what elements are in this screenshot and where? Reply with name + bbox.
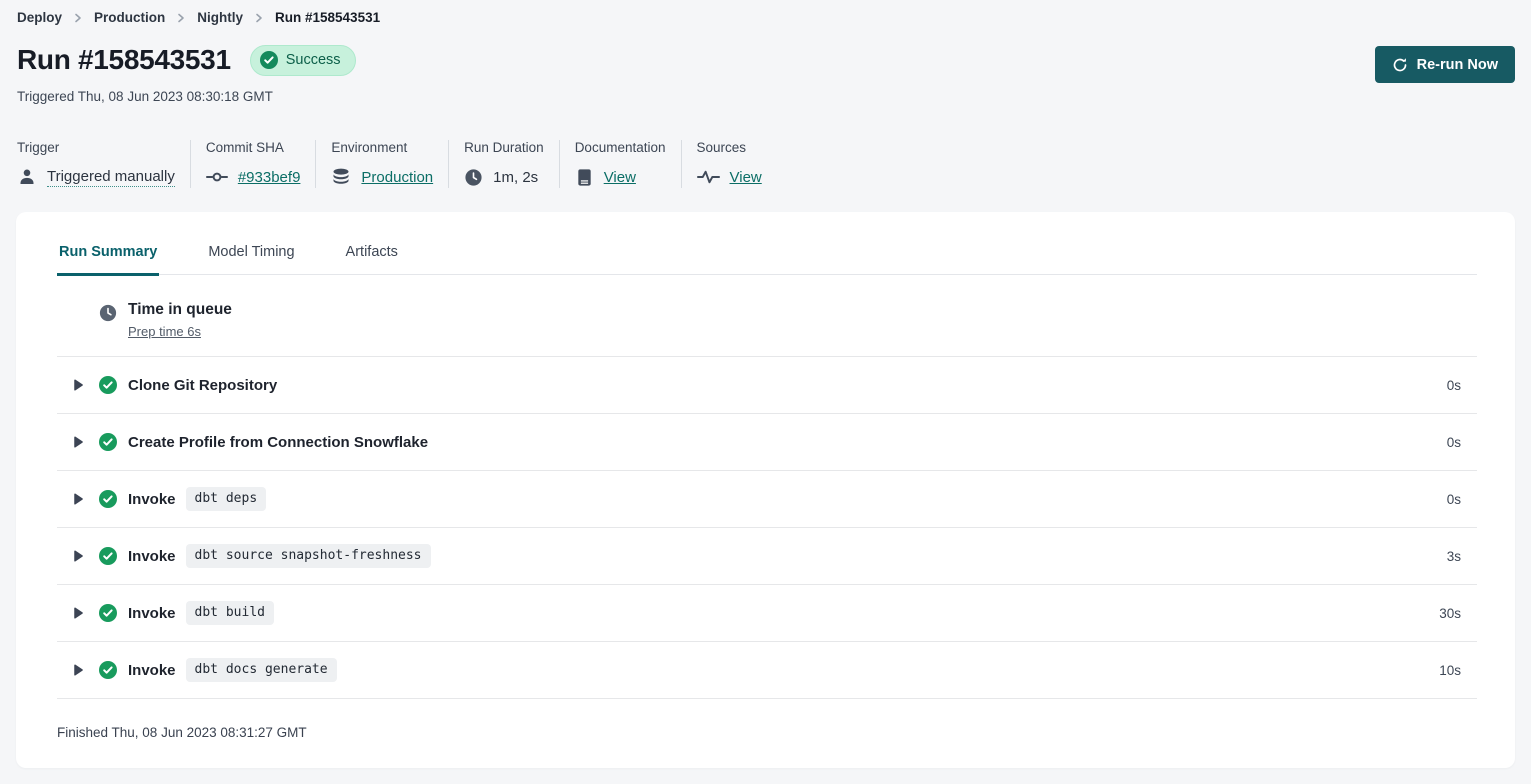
expand-caret-icon[interactable] bbox=[73, 436, 84, 448]
expand-caret-icon[interactable] bbox=[73, 607, 84, 619]
step-duration: 0s bbox=[1447, 378, 1461, 393]
breadcrumb-production[interactable]: Production bbox=[94, 10, 165, 25]
chevron-right-icon bbox=[176, 13, 186, 23]
meta-label: Environment bbox=[331, 140, 433, 155]
step-duration: 30s bbox=[1439, 606, 1461, 621]
step-label: Clone Git Repository bbox=[128, 377, 277, 394]
database-icon bbox=[331, 167, 351, 187]
meta-label: Sources bbox=[697, 140, 762, 155]
success-check-icon bbox=[99, 433, 117, 451]
run-summary-card: Run Summary Model Timing Artifacts Time … bbox=[16, 212, 1515, 768]
step-row-dbt-source-snapshot-freshness[interactable]: Invoke dbt source snapshot-freshness 3s bbox=[57, 528, 1477, 585]
documentation-view-link[interactable]: View bbox=[604, 169, 636, 186]
step-label: Invoke bbox=[128, 548, 176, 565]
time-in-queue-section: Time in queue Prep time 6s bbox=[57, 275, 1477, 357]
tab-artifacts[interactable]: Artifacts bbox=[344, 237, 400, 274]
clock-icon bbox=[99, 304, 117, 322]
trigger-value[interactable]: Triggered manually bbox=[47, 168, 175, 187]
success-check-icon bbox=[99, 490, 117, 508]
environment-link[interactable]: Production bbox=[361, 169, 433, 186]
rerun-now-button[interactable]: Re-run Now bbox=[1375, 46, 1515, 83]
status-badge: Success bbox=[250, 45, 356, 76]
meta-documentation: Documentation View bbox=[559, 140, 681, 188]
commit-icon bbox=[206, 171, 228, 183]
run-duration-value: 1m, 2s bbox=[493, 169, 538, 186]
refresh-icon bbox=[1392, 57, 1408, 73]
breadcrumb-nightly[interactable]: Nightly bbox=[197, 10, 243, 25]
success-check-icon bbox=[99, 604, 117, 622]
chevron-right-icon bbox=[73, 13, 83, 23]
finished-timestamp: Finished Thu, 08 Jun 2023 08:31:27 GMT bbox=[57, 699, 1477, 740]
meta-trigger: Trigger Triggered manually bbox=[17, 140, 190, 188]
step-duration: 3s bbox=[1447, 549, 1461, 564]
step-command-chip: dbt build bbox=[186, 601, 274, 625]
page-title: Run #158543531 bbox=[17, 44, 231, 76]
success-check-icon bbox=[99, 376, 117, 394]
clock-icon bbox=[464, 168, 483, 187]
expand-caret-icon[interactable] bbox=[73, 379, 84, 391]
step-label: Invoke bbox=[128, 491, 176, 508]
expand-caret-icon[interactable] bbox=[73, 493, 84, 505]
tab-run-summary[interactable]: Run Summary bbox=[57, 237, 159, 276]
step-duration: 0s bbox=[1447, 492, 1461, 507]
breadcrumb: Deploy Production Nightly Run #158543531 bbox=[17, 10, 1515, 25]
commit-sha-link[interactable]: #933bef9 bbox=[238, 169, 301, 186]
rerun-now-label: Re-run Now bbox=[1417, 57, 1498, 73]
meta-run-duration: Run Duration 1m, 2s bbox=[448, 140, 559, 188]
meta-environment: Environment Production bbox=[315, 140, 448, 188]
page-header: Deploy Production Nightly Run #158543531… bbox=[0, 0, 1531, 104]
step-row-dbt-deps[interactable]: Invoke dbt deps 0s bbox=[57, 471, 1477, 528]
step-row-dbt-docs-generate[interactable]: Invoke dbt docs generate 10s bbox=[57, 642, 1477, 699]
triggered-timestamp: Triggered Thu, 08 Jun 2023 08:30:18 GMT bbox=[17, 89, 1515, 104]
time-in-queue-title: Time in queue bbox=[128, 301, 232, 319]
step-label: Invoke bbox=[128, 662, 176, 679]
meta-label: Documentation bbox=[575, 140, 666, 155]
run-meta-strip: Trigger Triggered manually Commit SHA #9… bbox=[0, 140, 1531, 188]
meta-sources: Sources View bbox=[681, 140, 777, 188]
step-row-dbt-build[interactable]: Invoke dbt build 30s bbox=[57, 585, 1477, 642]
breadcrumb-deploy[interactable]: Deploy bbox=[17, 10, 62, 25]
success-check-icon bbox=[99, 661, 117, 679]
success-check-icon bbox=[99, 547, 117, 565]
step-duration: 0s bbox=[1447, 435, 1461, 450]
status-badge-label: Success bbox=[286, 52, 341, 68]
chevron-right-icon bbox=[254, 13, 264, 23]
step-command-chip: dbt docs generate bbox=[186, 658, 337, 682]
expand-caret-icon[interactable] bbox=[73, 550, 84, 562]
step-label: Invoke bbox=[128, 605, 176, 622]
breadcrumb-current-run: Run #158543531 bbox=[275, 10, 380, 25]
step-label: Create Profile from Connection Snowflake bbox=[128, 434, 428, 451]
step-row-clone-git-repository[interactable]: Clone Git Repository 0s bbox=[57, 357, 1477, 414]
step-command-chip: dbt deps bbox=[186, 487, 267, 511]
step-command-chip: dbt source snapshot-freshness bbox=[186, 544, 431, 568]
prep-time-link[interactable]: Prep time 6s bbox=[128, 324, 201, 339]
success-check-icon bbox=[260, 51, 278, 69]
book-icon bbox=[575, 168, 594, 187]
user-icon bbox=[17, 167, 37, 187]
pulse-icon bbox=[697, 170, 720, 184]
meta-label: Run Duration bbox=[464, 140, 544, 155]
meta-commit-sha: Commit SHA #933bef9 bbox=[190, 140, 316, 188]
step-row-create-profile[interactable]: Create Profile from Connection Snowflake… bbox=[57, 414, 1477, 471]
meta-label: Commit SHA bbox=[206, 140, 301, 155]
step-duration: 10s bbox=[1439, 663, 1461, 678]
expand-caret-icon[interactable] bbox=[73, 664, 84, 676]
sources-view-link[interactable]: View bbox=[730, 169, 762, 186]
tab-model-timing[interactable]: Model Timing bbox=[206, 237, 296, 274]
meta-label: Trigger bbox=[17, 140, 175, 155]
tab-bar: Run Summary Model Timing Artifacts bbox=[57, 237, 1477, 275]
